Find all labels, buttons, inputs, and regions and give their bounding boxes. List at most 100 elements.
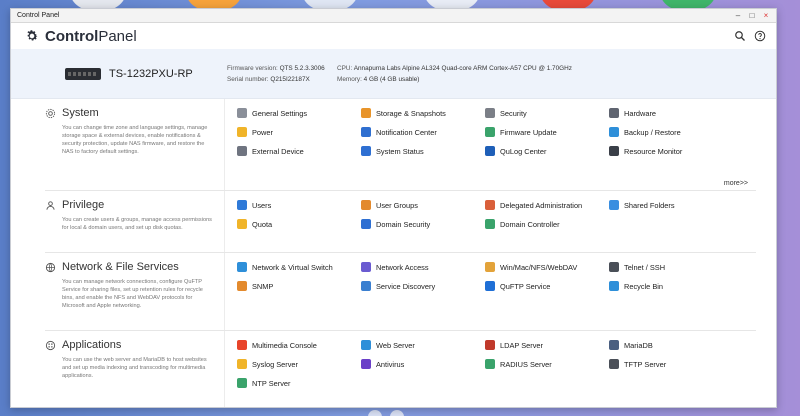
- network-file-services-icon: [45, 262, 56, 272]
- antivirus-icon: [361, 359, 371, 369]
- item-external-device[interactable]: External Device: [237, 145, 361, 157]
- section-description: You can use the web server and MariaDB t…: [62, 357, 207, 380]
- item-web-server[interactable]: Web Server: [361, 339, 485, 351]
- snmp-icon: [237, 281, 247, 291]
- item-label: External Device: [252, 146, 304, 156]
- item-label: Notification Center: [376, 127, 437, 137]
- item-label: Domain Security: [376, 219, 431, 229]
- item-firmware-update[interactable]: Firmware Update: [485, 126, 609, 138]
- more-link[interactable]: more>>: [724, 180, 748, 187]
- section-network-file-services: Network & File Services You can manage n…: [45, 253, 756, 331]
- item-antivirus[interactable]: Antivirus: [361, 358, 485, 370]
- item-general-settings[interactable]: General Settings: [237, 107, 361, 119]
- section-description: You can manage network connections, conf…: [62, 279, 203, 310]
- network-switch-icon: [237, 262, 247, 272]
- item-qulog-center[interactable]: QuLog Center: [485, 145, 609, 157]
- item-snmp[interactable]: SNMP: [237, 280, 361, 292]
- item-users[interactable]: Users: [237, 199, 361, 211]
- item-mariadb[interactable]: MariaDB: [609, 339, 733, 351]
- header-actions: [734, 30, 766, 42]
- item-win-mac-nfs-webdav[interactable]: Win/Mac/NFS/WebDAV: [485, 261, 609, 273]
- item-ldap-server[interactable]: LDAP Server: [485, 339, 609, 351]
- item-label: Web Server: [376, 340, 415, 350]
- item-power[interactable]: Power: [237, 126, 361, 138]
- section-system: System You can change time zone and lang…: [45, 99, 756, 191]
- item-tftp-server[interactable]: TFTP Server: [609, 358, 733, 370]
- item-system-status[interactable]: System Status: [361, 145, 485, 157]
- section-description: You can change time zone and language se…: [62, 125, 208, 156]
- item-network-access[interactable]: Network Access: [361, 261, 485, 273]
- cpu-value: Annapurna Labs Alpine AL324 Quad-core AR…: [353, 64, 572, 72]
- section-info: Privilege You can create users & groups,…: [45, 191, 225, 252]
- section-items: Users User Groups Delegated Administrati…: [225, 191, 756, 252]
- item-security[interactable]: Security: [485, 107, 609, 119]
- item-resource-monitor[interactable]: Resource Monitor: [609, 145, 733, 157]
- item-storage-snapshots[interactable]: Storage & Snapshots: [361, 107, 485, 119]
- app-header: ControlPanel: [11, 23, 776, 49]
- dock-dot[interactable]: [368, 410, 382, 416]
- section-title-text: Privilege: [62, 199, 105, 211]
- dock-dot[interactable]: [390, 410, 404, 416]
- item-telnet-ssh[interactable]: Telnet / SSH: [609, 261, 733, 273]
- file-protocols-icon: [485, 262, 495, 272]
- brand: ControlPanel: [25, 28, 137, 45]
- item-quftp-service[interactable]: QuFTP Service: [485, 280, 609, 292]
- ntp-icon: [237, 378, 247, 388]
- item-label: User Groups: [376, 200, 418, 210]
- search-icon[interactable]: [734, 30, 746, 42]
- maximize-button[interactable]: □: [748, 11, 756, 20]
- notification-icon: [361, 127, 371, 137]
- item-notification-center[interactable]: Notification Center: [361, 126, 485, 138]
- close-button[interactable]: ×: [762, 11, 770, 20]
- help-icon[interactable]: [754, 30, 766, 42]
- item-label: Antivirus: [376, 359, 405, 369]
- section-title: Privilege: [45, 199, 216, 211]
- item-label: Recycle Bin: [624, 281, 664, 291]
- item-domain-controller[interactable]: Domain Controller: [485, 218, 609, 230]
- device-info-banner: TS-1232PXU-RP Firmware version: QTS 5.2.…: [11, 49, 776, 99]
- item-label: Power: [252, 127, 273, 137]
- external-device-icon: [237, 146, 247, 156]
- item-label: MariaDB: [624, 340, 653, 350]
- item-ntp-server[interactable]: NTP Server: [237, 377, 361, 389]
- item-label: Network & Virtual Switch: [252, 262, 333, 272]
- section-info: Network & File Services You can manage n…: [45, 253, 225, 330]
- terminal-icon: [609, 262, 619, 272]
- item-radius-server[interactable]: RADIUS Server: [485, 358, 609, 370]
- item-shared-folders[interactable]: Shared Folders: [609, 199, 733, 211]
- item-service-discovery[interactable]: Service Discovery: [361, 280, 485, 292]
- minimize-button[interactable]: –: [734, 11, 742, 20]
- section-applications: Applications You can use the web server …: [45, 331, 756, 407]
- qulog-icon: [485, 146, 495, 156]
- item-multimedia-console[interactable]: Multimedia Console: [237, 339, 361, 351]
- item-label: Network Access: [376, 262, 429, 272]
- item-backup-restore[interactable]: Backup / Restore: [609, 126, 733, 138]
- item-user-groups[interactable]: User Groups: [361, 199, 485, 211]
- item-recycle-bin[interactable]: Recycle Bin: [609, 280, 733, 292]
- firmware-icon: [485, 127, 495, 137]
- shared-folders-icon: [609, 200, 619, 210]
- item-label: Users: [252, 200, 272, 210]
- user-icon: [237, 200, 247, 210]
- title-bar[interactable]: Control Panel – □ ×: [11, 9, 776, 23]
- item-domain-security[interactable]: Domain Security: [361, 218, 485, 230]
- item-label: System Status: [376, 146, 424, 156]
- section-title-text: Network & File Services: [62, 261, 179, 273]
- item-syslog-server[interactable]: Syslog Server: [237, 358, 361, 370]
- domain-controller-icon: [485, 219, 495, 229]
- hardware-icon: [609, 108, 619, 118]
- section-items: Multimedia Console Web Server LDAP Serve…: [225, 331, 756, 407]
- serial-value: Q215I22187X: [270, 75, 310, 83]
- syslog-icon: [237, 359, 247, 369]
- item-label: RADIUS Server: [500, 359, 552, 369]
- item-hardware[interactable]: Hardware: [609, 107, 733, 119]
- cpu-label: CPU:: [337, 64, 353, 72]
- section-items: Network & Virtual Switch Network Access …: [225, 253, 756, 330]
- item-network-virtual-switch[interactable]: Network & Virtual Switch: [237, 261, 361, 273]
- item-quota[interactable]: Quota: [237, 218, 361, 230]
- item-label: Service Discovery: [376, 281, 436, 291]
- tftp-icon: [609, 359, 619, 369]
- network-access-icon: [361, 262, 371, 272]
- item-delegated-administration[interactable]: Delegated Administration: [485, 199, 609, 211]
- memory-label: Memory:: [337, 75, 362, 83]
